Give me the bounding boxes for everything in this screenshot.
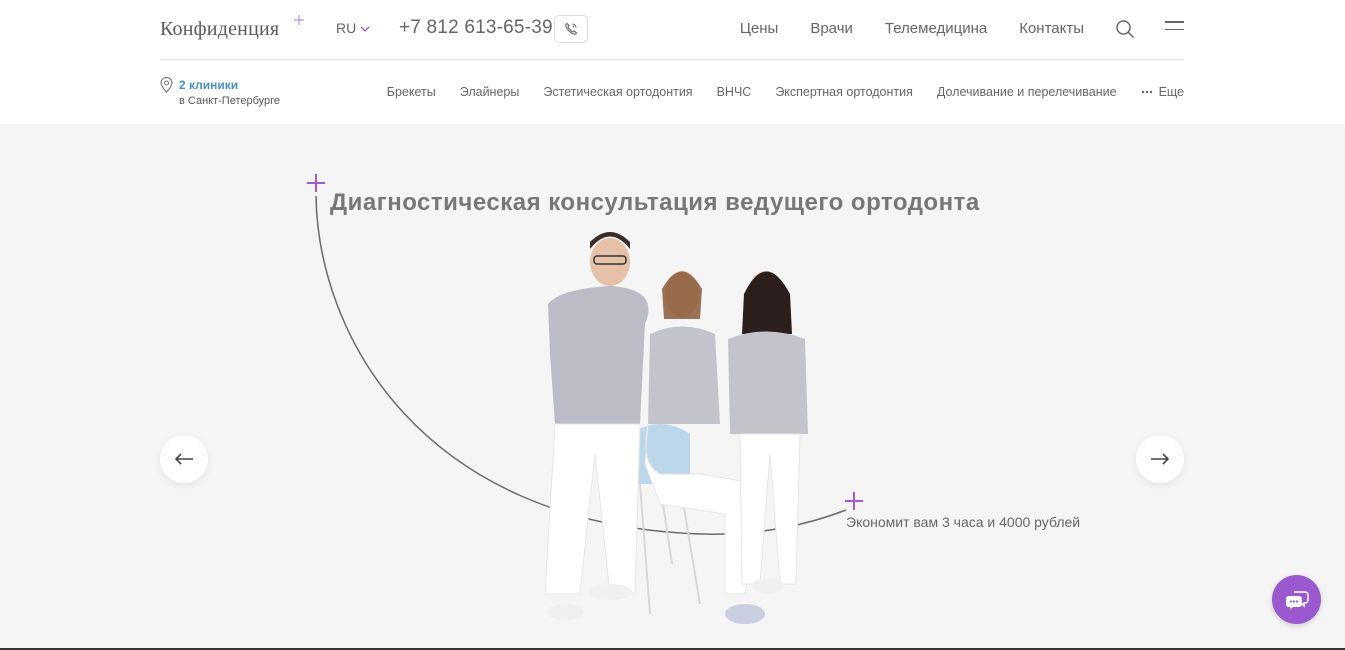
- clinics-info[interactable]: 2 клиники в Санкт-Петербурге: [160, 77, 280, 107]
- arrow-right-icon: [1151, 453, 1170, 465]
- menu-icon[interactable]: [1165, 21, 1184, 35]
- clinics-count[interactable]: 2 клиники: [179, 78, 280, 92]
- location-pin-icon: [160, 77, 173, 93]
- callback-button[interactable]: [554, 15, 588, 43]
- search-icon[interactable]: [1115, 19, 1135, 39]
- services-more[interactable]: Еще: [1141, 85, 1184, 99]
- phone-callback-icon: [565, 22, 578, 35]
- service-braces[interactable]: Брекеты: [387, 85, 436, 99]
- more-label: Еще: [1158, 85, 1184, 99]
- logo-star-icon: [294, 15, 304, 25]
- service-expert-orthodontics[interactable]: Экспертная ортодонтия: [775, 85, 913, 99]
- slider-prev-button[interactable]: [160, 435, 208, 483]
- chat-button[interactable]: [1272, 575, 1321, 624]
- dots-icon: [1141, 90, 1152, 94]
- logo[interactable]: Конфиденция: [160, 18, 279, 41]
- service-aligners[interactable]: Элайнеры: [460, 85, 520, 99]
- top-bar: Конфиденция RU +7 812 613-65-39 Цены Вра…: [160, 0, 1184, 60]
- slider-next-button[interactable]: [1136, 435, 1184, 483]
- chevron-down-icon: [360, 26, 370, 32]
- chat-icon: [1285, 590, 1309, 609]
- site-header: Конфиденция RU +7 812 613-65-39 Цены Вра…: [0, 0, 1345, 124]
- hero-title: Диагностическая консультация ведущего ор…: [330, 189, 980, 216]
- hero-subtitle: Экономит вам 3 часа и 4000 рублей: [846, 514, 1081, 530]
- arrow-left-icon: [174, 453, 193, 465]
- phone-number[interactable]: +7 812 613-65-39: [399, 17, 553, 39]
- language-label: RU: [336, 20, 357, 36]
- doctors-photo: [544, 232, 808, 624]
- service-retreatment[interactable]: Долечивание и перелечивание: [937, 85, 1117, 99]
- main-nav: Цены Врачи Телемедицина Контакты: [740, 20, 1084, 37]
- sub-bar: 2 клиники в Санкт-Петербурге Брекеты Эла…: [160, 60, 1184, 124]
- nav-contacts[interactable]: Контакты: [1019, 20, 1084, 37]
- service-tmj[interactable]: ВНЧС: [717, 85, 752, 99]
- services-nav: Брекеты Элайнеры Эстетическая ортодонтия…: [387, 85, 1184, 99]
- sparkle-icon: [845, 492, 863, 510]
- nav-prices[interactable]: Цены: [740, 20, 779, 37]
- hero-slider: Диагностическая консультация ведущего ор…: [0, 124, 1345, 650]
- nav-telemedicine[interactable]: Телемедицина: [885, 20, 987, 37]
- service-aesthetic-orthodontics[interactable]: Эстетическая ортодонтия: [543, 85, 692, 99]
- language-selector[interactable]: RU: [336, 20, 370, 36]
- sparkle-icon: [307, 174, 325, 192]
- nav-doctors[interactable]: Врачи: [810, 20, 853, 37]
- clinics-city: в Санкт-Петербурге: [179, 95, 281, 107]
